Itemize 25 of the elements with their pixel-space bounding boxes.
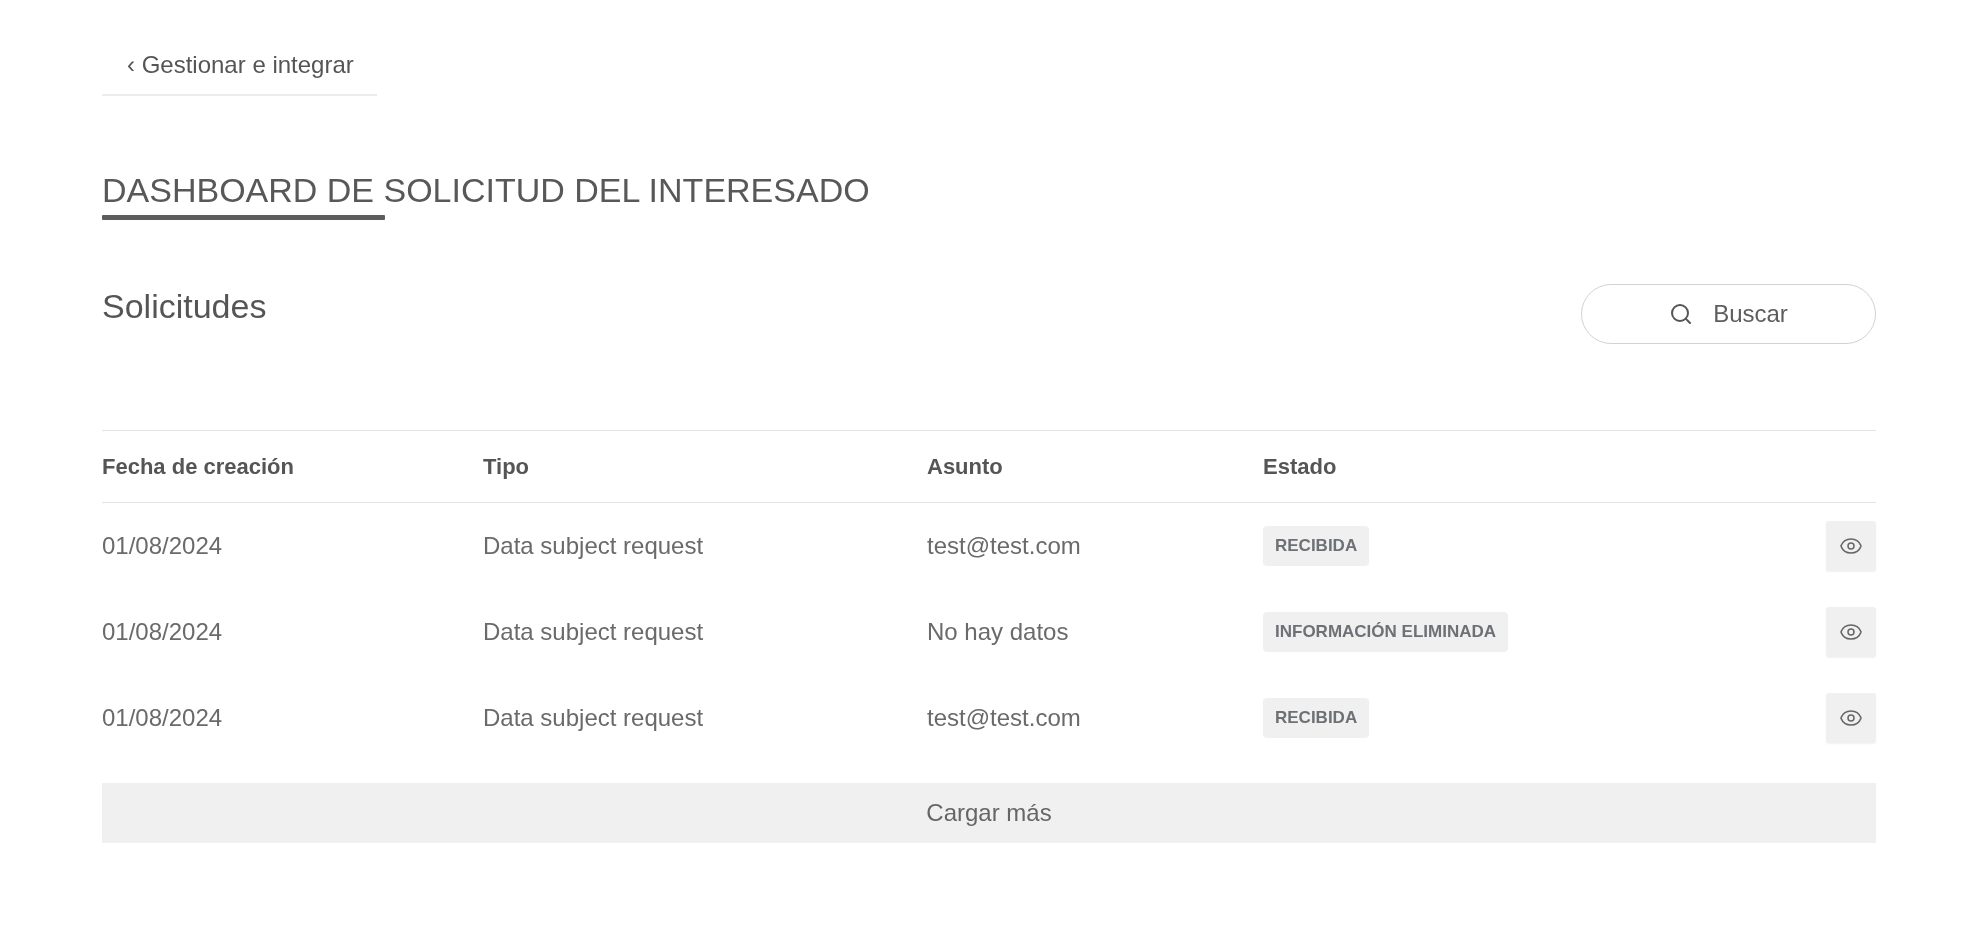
table-cell-text: Data subject request: [483, 617, 704, 647]
table-cell-text: test@test.com: [927, 703, 1081, 733]
status-badge: RECIBIDA: [1263, 526, 1370, 566]
table-cell-text: 01/08/2024: [102, 617, 223, 647]
view-button[interactable]: [1826, 607, 1876, 657]
table-cell-text: No hay datos: [927, 617, 1069, 647]
table-cell-text: test@test.com: [927, 531, 1081, 561]
view-button[interactable]: [1826, 693, 1876, 743]
column-header: Tipo: [483, 453, 530, 481]
table-cell-text: 01/08/2024: [102, 531, 223, 561]
table-cell-text: Data subject request: [483, 703, 704, 733]
view-button[interactable]: [1826, 521, 1876, 571]
table-cell-text: Data subject request: [483, 531, 704, 561]
back-link[interactable]: ‹ Gestionar e integrar: [102, 38, 377, 96]
load-more-button[interactable]: Cargar más: [102, 783, 1876, 843]
column-header: Fecha de creación: [102, 453, 294, 481]
column-header: Asunto: [927, 453, 1003, 481]
section-title: Solicitudes: [102, 286, 267, 326]
search-icon: [1669, 302, 1694, 326]
page-title: DASHBOARD DE SOLICITUD DEL INTERESADO: [102, 170, 870, 210]
column-header: Estado: [1263, 453, 1337, 481]
status-badge: RECIBIDA: [1263, 698, 1370, 738]
search-button[interactable]: Buscar: [1581, 284, 1876, 344]
table-cell-text: 01/08/2024: [102, 703, 223, 733]
status-badge: INFORMACIÓN ELIMINADA: [1263, 612, 1508, 652]
